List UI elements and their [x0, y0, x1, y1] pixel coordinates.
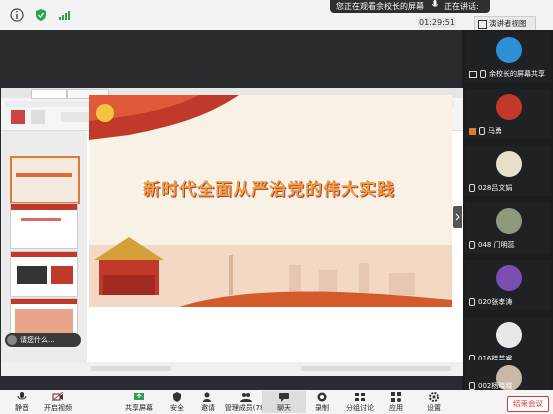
current-slide: 新时代全面从严治党的伟大实践 [89, 95, 452, 307]
invite-label: 邀请 [201, 404, 215, 412]
avatar [496, 151, 522, 177]
mic-off-icon [480, 70, 486, 78]
breakout-icon [355, 393, 365, 401]
mic-icon [424, 0, 438, 13]
avatar [496, 208, 522, 234]
shield-icon [173, 392, 181, 402]
participant-tile[interactable]: 048 门明蕊 [465, 203, 551, 253]
participant-name: 002杨晓晓 [478, 382, 513, 390]
settings-label: 设置 [427, 404, 441, 412]
slide-decoration [89, 95, 452, 307]
avatar [496, 37, 522, 63]
participant-tile[interactable]: 余校长的屏幕共享 [465, 32, 551, 82]
meeting-toolbar: 静音 开启视频 共享屏幕 安全 邀请 管理成员(78) 聊天 录制 分组讨论 应… [0, 390, 553, 414]
avatar [496, 322, 522, 348]
participant-tile[interactable]: 028吕文娟 [465, 146, 551, 196]
collapse-panel-handle[interactable] [453, 206, 462, 228]
breakout-label: 分组讨论 [346, 404, 374, 412]
signal-icon[interactable] [57, 7, 71, 21]
share-label: 共享屏幕 [125, 404, 153, 412]
participant-name: 余校长的屏幕共享 [489, 70, 545, 78]
members-icon [240, 393, 252, 402]
add-user-icon [203, 392, 211, 402]
chat-label: 聊天 [277, 404, 291, 412]
mic-off-icon [469, 184, 475, 192]
video-off-icon [52, 392, 64, 402]
participant-name: 020张孝涛 [478, 298, 513, 306]
security-label: 安全 [170, 404, 184, 412]
slide-title: 新时代全面从严治党的伟大实践 [143, 180, 395, 200]
screen-share-banner: 您正在观看余校长的屏幕 正在讲话: [330, 0, 490, 13]
slide-thumbnail-panel [1, 131, 87, 351]
slide-thumbnail[interactable] [10, 156, 80, 204]
slide-thumbnail[interactable] [10, 203, 78, 249]
participant-tile[interactable]: 020张孝涛 [465, 260, 551, 310]
participant-name: 马勇 [488, 127, 502, 135]
host-icon [469, 127, 476, 135]
avatar [496, 94, 522, 120]
start-video-button[interactable]: 开启视频 [36, 391, 80, 413]
chevron-right-icon [455, 213, 460, 221]
chat-message: 请您什么... [20, 336, 55, 344]
chat-notification[interactable]: 请您什么... [5, 333, 81, 347]
mic-icon [17, 392, 27, 400]
avatar [496, 265, 522, 291]
presenter-view-button[interactable]: 演讲者视图 [474, 16, 536, 31]
meeting-timer: 01:29:51 [418, 17, 456, 28]
speaking-label: 正在讲话: [444, 2, 479, 11]
participant-name: 048 门明蕊 [478, 241, 515, 249]
mic-off-icon [469, 241, 475, 249]
avatar [7, 335, 17, 345]
gear-icon [429, 392, 439, 402]
mic-icon [479, 127, 485, 135]
presenter-view-label: 演讲者视图 [489, 19, 527, 28]
mic-off-icon [469, 298, 475, 306]
slide-thumbnail[interactable] [10, 251, 78, 297]
banner-text: 您正在观看余校长的屏幕 [336, 2, 424, 11]
grid-icon [478, 19, 487, 29]
end-meeting-button[interactable]: 结束会议 [507, 396, 549, 412]
settings-button[interactable]: 设置 [412, 391, 456, 413]
mute-label: 静音 [15, 404, 29, 412]
mic-off-icon [469, 382, 475, 390]
shield-icon[interactable] [34, 7, 48, 21]
participant-name: 028吕文娟 [478, 184, 513, 192]
record-icon [317, 392, 327, 402]
info-icon[interactable] [10, 7, 24, 22]
video-label: 开启视频 [44, 404, 72, 412]
status-bar [1, 362, 463, 376]
participants-panel: 余校长的屏幕共享 马勇 028吕文娟 048 门明蕊 020张孝涛 016桂芸睿… [463, 30, 553, 390]
participant-tile[interactable]: 马勇 [465, 89, 551, 139]
share-screen-icon [134, 393, 144, 400]
chat-icon [279, 393, 289, 402]
apps-label: 应用 [389, 404, 403, 412]
participant-tile[interactable]: 002杨晓晓 [465, 360, 551, 390]
record-label: 录制 [315, 404, 329, 412]
apps-icon [391, 392, 401, 402]
members-label: 管理成员(78) [224, 404, 268, 412]
screen-share-icon [469, 70, 477, 78]
